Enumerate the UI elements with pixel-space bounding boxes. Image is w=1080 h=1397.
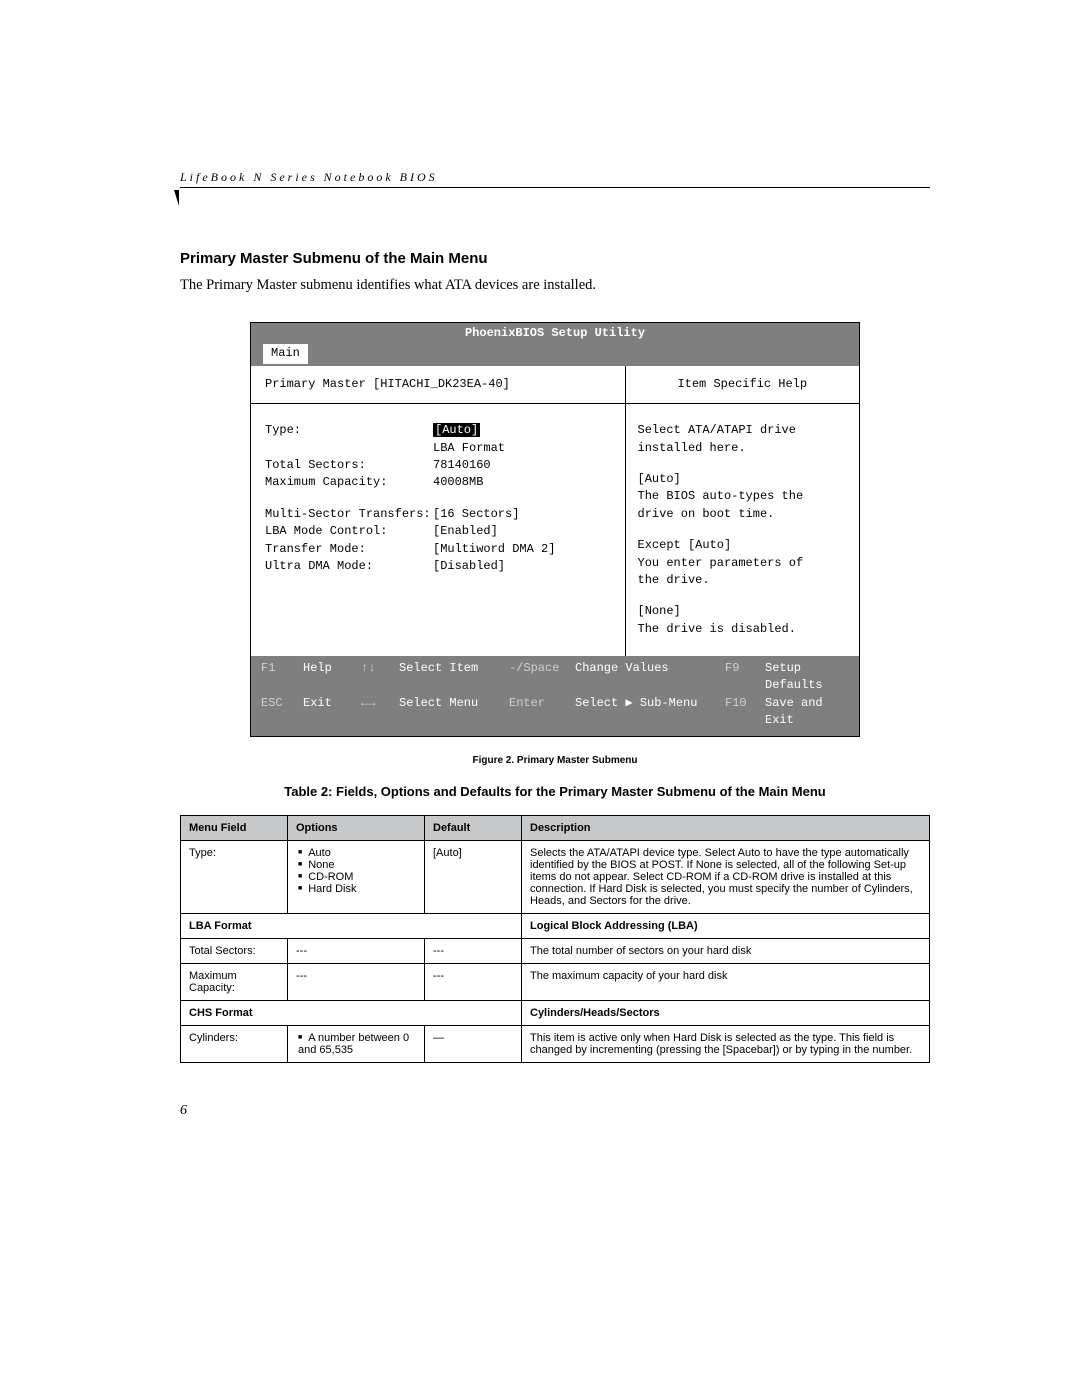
table-cell-default: --- [425,963,522,1000]
table-cell-field: Cylinders: [181,1025,288,1062]
bios-help-header: Item Specific Help [626,366,859,404]
table-cell-default: — [425,1025,522,1062]
bios-field-value-selected: [Auto] [433,423,480,437]
table-cell-options: AutoNoneCD-ROMHard Disk [288,840,425,913]
bios-lba-format-label: LBA Format [433,440,611,457]
bios-field-label: Transfer Mode: [265,541,433,558]
bios-field-label: Total Sectors: [265,457,433,474]
table-section-desc: Cylinders/Heads/Sectors [522,1000,930,1025]
bios-field-value: [Enabled] [433,523,611,540]
section-heading: Primary Master Submenu of the Main Menu [180,250,930,267]
bios-menubar: Main [251,344,859,365]
bios-footer: F1 Help ↑↓ Select Item -/Space Change Va… [251,656,859,736]
bios-field-value: 78140160 [433,457,611,474]
figure-caption: Figure 2. Primary Master Submenu [180,755,930,766]
bios-field-value: [16 Sectors] [433,506,611,523]
table-cell-description: The maximum capacity of your hard disk [522,963,930,1000]
table-section-label: LBA Format [181,913,522,938]
table-cell-default: --- [425,938,522,963]
page-number: 6 [180,1103,930,1119]
table-section-label: CHS Format [181,1000,522,1025]
bios-field-label: Type: [265,422,433,439]
th-field: Menu Field [181,815,288,840]
bios-field-label: Maximum Capacity: [265,474,433,491]
fields-table: Menu Field Options Default Description T… [180,815,930,1063]
running-header: LifeBook N Series Notebook BIOS [180,170,930,188]
bios-field-label: LBA Mode Control: [265,523,433,540]
bios-title: PhoenixBIOS Setup Utility [251,323,859,344]
table-cell-field: Type: [181,840,288,913]
table-caption: Table 2: Fields, Options and Defaults fo… [180,784,930,799]
table-cell-options: A number between 0 and 65,535 [288,1025,425,1062]
header-tab-mark [174,190,179,206]
bios-field-value: [Disabled] [433,558,611,575]
table-cell-default: [Auto] [425,840,522,913]
th-options: Options [288,815,425,840]
th-default: Default [425,815,522,840]
section-intro: The Primary Master submenu identifies wh… [180,277,930,294]
table-cell-description: The total number of sectors on your hard… [522,938,930,963]
table-cell-field: Maximum Capacity: [181,963,288,1000]
table-cell-field: Total Sectors: [181,938,288,963]
table-section-desc: Logical Block Addressing (LBA) [522,913,930,938]
table-cell-description: This item is active only when Hard Disk … [522,1025,930,1062]
bios-field-value: 40008MB [433,474,611,491]
bios-help-text: Select ATA/ATAPI drive installed here. [… [626,404,859,656]
bios-tab-main: Main [263,344,308,363]
bios-field-label: Ultra DMA Mode: [265,558,433,575]
table-cell-options: --- [288,938,425,963]
bios-field-label: Multi-Sector Transfers: [265,506,433,523]
table-cell-description: Selects the ATA/ATAPI device type. Selec… [522,840,930,913]
bios-field-value: [Multiword DMA 2] [433,541,611,558]
bios-screenshot: PhoenixBIOS Setup Utility Main Primary M… [250,322,860,737]
table-cell-options: --- [288,963,425,1000]
th-description: Description [522,815,930,840]
bios-left-header: Primary Master [HITACHI_DK23EA-40] [251,366,625,404]
